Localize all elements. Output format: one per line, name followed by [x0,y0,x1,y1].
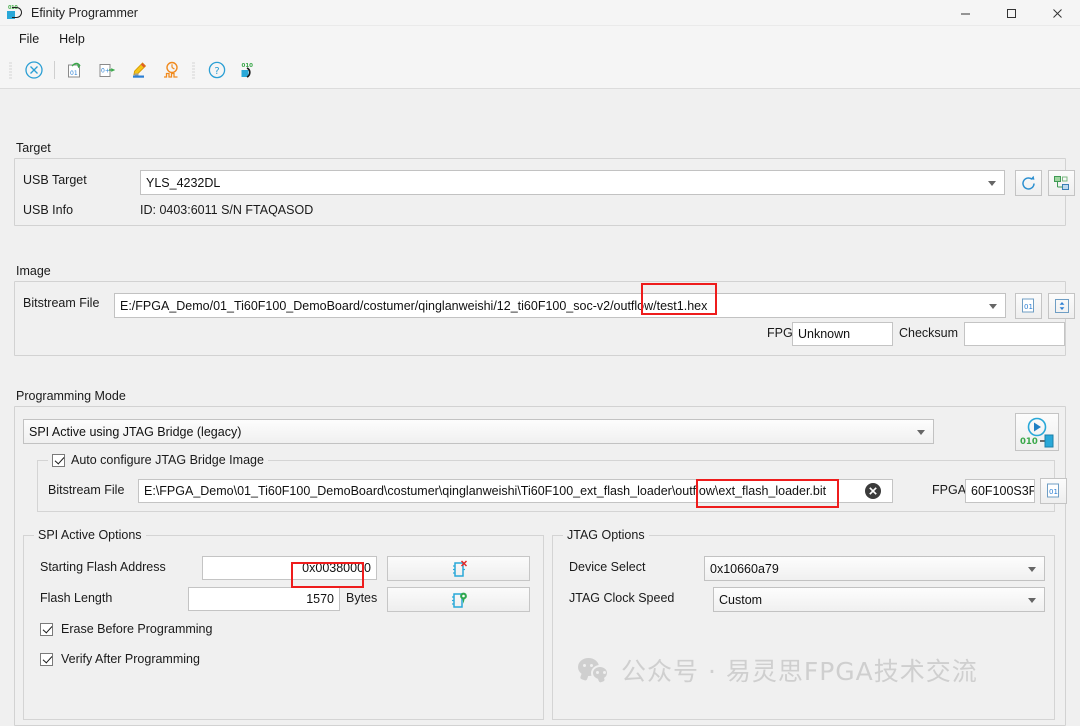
close-button[interactable] [1034,0,1080,26]
image-section-label: Image [14,264,1066,278]
jtag-clock-speed-label: JTAG Clock Speed [569,591,674,605]
image-fpga-field[interactable]: Unknown [792,322,893,346]
starting-flash-address-field[interactable]: 0x00380000 [202,556,377,580]
image-bitstream-label: Bitstream File [23,296,99,310]
image-fpga-value: Unknown [798,327,850,341]
minimize-button[interactable] [942,0,988,26]
jtag-options-label: JTAG Options [563,528,649,542]
export-image-icon[interactable]: 0+ [92,55,122,85]
usb-info-value: ID: 0403:6011 S/N FTAQASOD [140,203,313,217]
svg-text:01: 01 [70,70,78,77]
erase-flash-button[interactable] [387,556,530,581]
verify-after-programming-label: Verify After Programming [61,652,200,666]
pm-bitstream-label: Bitstream File [48,483,124,497]
chevron-down-icon [989,304,997,309]
target-section: Target USB Target YLS_4232DL [14,141,1066,226]
load-image-icon[interactable]: 01 [60,55,90,85]
device-select-label: Device Select [569,560,645,574]
target-section-label: Target [14,141,1066,155]
verify-flash-button[interactable] [387,587,530,612]
window-title: Efinity Programmer [31,6,138,20]
image-section: Image Bitstream File E:/FPGA_Demo/01_Ti6… [14,264,1066,356]
svg-text:010: 010 [1020,437,1038,447]
device-select-value: 0x10660a79 [710,562,779,576]
chevron-down-icon [988,181,996,186]
starting-flash-address-label: Starting Flash Address [40,560,166,574]
device-select-combo[interactable]: 0x10660a79 [704,556,1045,581]
timing-icon[interactable] [156,55,186,85]
chevron-down-icon [1028,598,1036,603]
usb-target-combo[interactable]: YLS_4232DL [140,170,1005,195]
flash-length-field[interactable]: 1570 [188,587,340,611]
wechat-icon [578,657,612,683]
verify-after-programming-row[interactable]: Verify After Programming [40,652,200,666]
image-panel: Bitstream File E:/FPGA_Demo/01_Ti60F100_… [14,281,1066,356]
programming-mode-combo[interactable]: SPI Active using JTAG Bridge (legacy) [23,419,934,444]
window-controls [942,0,1080,26]
starting-flash-address-value: 0x00380000 [302,561,371,575]
watermark-text: 公众号 · 易灵思FPGA技术交流 [621,652,978,688]
chevron-down-icon [917,430,925,435]
spi-active-options-groupbox: SPI Active Options Starting Flash Addres… [23,535,544,720]
toolbar-separator-1 [50,59,59,81]
auto-configure-groupbox: Auto configure JTAG Bridge Image Bitstre… [37,460,1055,512]
pm-bitstream-value: E:\FPGA_Demo\01_Ti60F100_DemoBoard\costu… [144,484,826,498]
refresh-targets-button[interactable] [1015,170,1042,196]
svg-text:01: 01 [1049,488,1058,496]
programming-mode-value: SPI Active using JTAG Bridge (legacy) [29,425,241,439]
jtag-clock-speed-value: Custom [719,593,762,607]
image-checksum-label: Checksum [899,326,958,340]
usb-target-label: USB Target [23,173,87,187]
jtag-options-groupbox: JTAG Options Device Select 0x10660a79 JT… [552,535,1055,720]
flash-length-label: Flash Length [40,591,112,605]
pm-fpga-value: 60F100S3F2 [971,484,1035,498]
pm-bitstream-field[interactable]: E:\FPGA_Demo\01_Ti60F100_DemoBoard\costu… [138,479,893,503]
verify-after-programming-checkbox[interactable] [40,653,53,666]
image-checksum-field[interactable] [964,322,1065,346]
pm-fpga-label: FPGA [932,483,966,497]
usb-info-label: USB Info [23,203,73,217]
scan-chain-button[interactable] [1048,170,1075,196]
image-bitstream-combo[interactable]: E:/FPGA_Demo/01_Ti60F100_DemoBoard/costu… [114,293,1006,318]
help-icon[interactable]: ? [202,55,232,85]
erase-before-programming-checkbox[interactable] [40,623,53,636]
image-expand-button[interactable] [1048,293,1075,319]
jtag-clock-speed-combo[interactable]: Custom [713,587,1045,612]
erase-before-programming-label: Erase Before Programming [61,622,212,636]
pm-bitstream-clear-button[interactable] [863,481,883,501]
pm-hex-view-button[interactable]: 01 [1040,478,1067,504]
svg-text:01: 01 [1024,303,1033,311]
programming-mode-section-label: Programming Mode [14,389,1066,403]
about-icon[interactable]: 010 [234,55,264,85]
toolbar: 01 0+ ? [0,51,1080,89]
image-bitstream-value: E:/FPGA_Demo/01_Ti60F100_DemoBoard/costu… [120,299,707,313]
cancel-icon[interactable] [19,55,49,85]
menu-item-help[interactable]: Help [49,29,95,49]
menu-item-file[interactable]: File [9,29,49,49]
chevron-down-icon [1028,567,1036,572]
auto-configure-title: Auto configure JTAG Bridge Image [48,453,268,467]
flash-length-value: 1570 [306,592,334,606]
main-content: Target USB Target YLS_4232DL [0,89,1080,719]
maximize-button[interactable] [988,0,1034,26]
auto-configure-label: Auto configure JTAG Bridge Image [71,453,264,467]
toolbar-grip-2[interactable] [189,59,199,81]
usb-target-value: YLS_4232DL [146,176,220,190]
edit-icon[interactable] [124,55,154,85]
app-icon: 010 [7,5,25,21]
title-bar: 010 Efinity Programmer [0,0,1080,26]
svg-text:?: ? [214,66,219,77]
svg-text:0+: 0+ [101,67,110,74]
spi-options-label: SPI Active Options [34,528,146,542]
bytes-label: Bytes [346,591,377,605]
target-panel: USB Target YLS_4232DL [14,158,1066,226]
image-hex-view-button[interactable]: 01 [1015,293,1042,319]
erase-before-programming-row[interactable]: Erase Before Programming [40,622,212,636]
menu-bar: File Help [0,26,1080,51]
toolbar-grip[interactable] [6,59,16,81]
auto-configure-checkbox[interactable] [52,454,65,467]
pm-fpga-field[interactable]: 60F100S3F2 [965,479,1035,503]
watermark: 公众号 · 易灵思FPGA技术交流 [578,652,978,688]
start-program-button[interactable]: 010 [1015,413,1059,451]
